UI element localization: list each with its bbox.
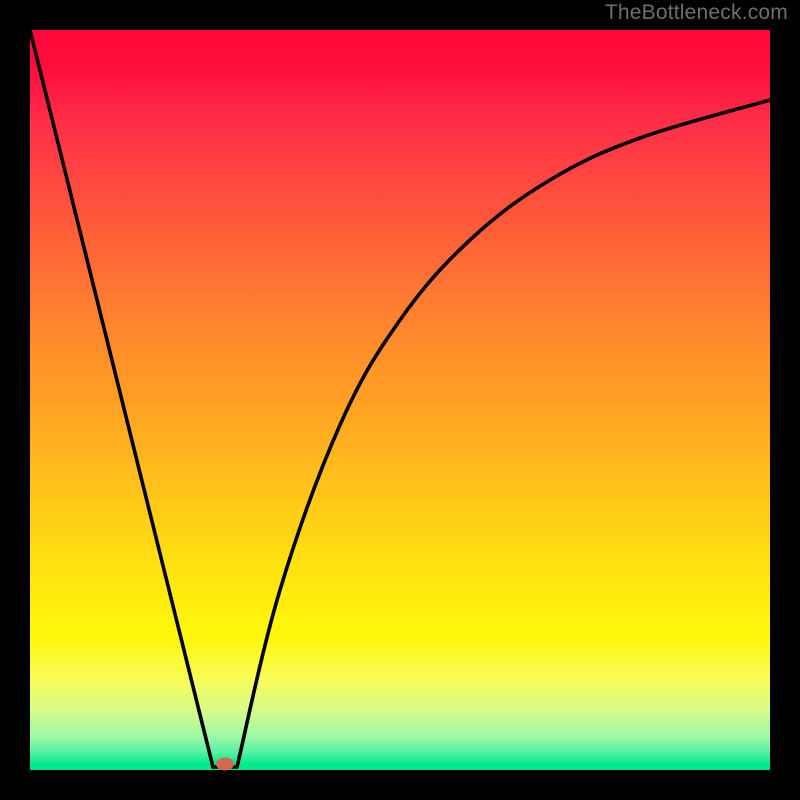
attribution-label: TheBottleneck.com [605, 1, 788, 25]
plot-frame [30, 30, 770, 770]
background-gradient [30, 30, 770, 770]
